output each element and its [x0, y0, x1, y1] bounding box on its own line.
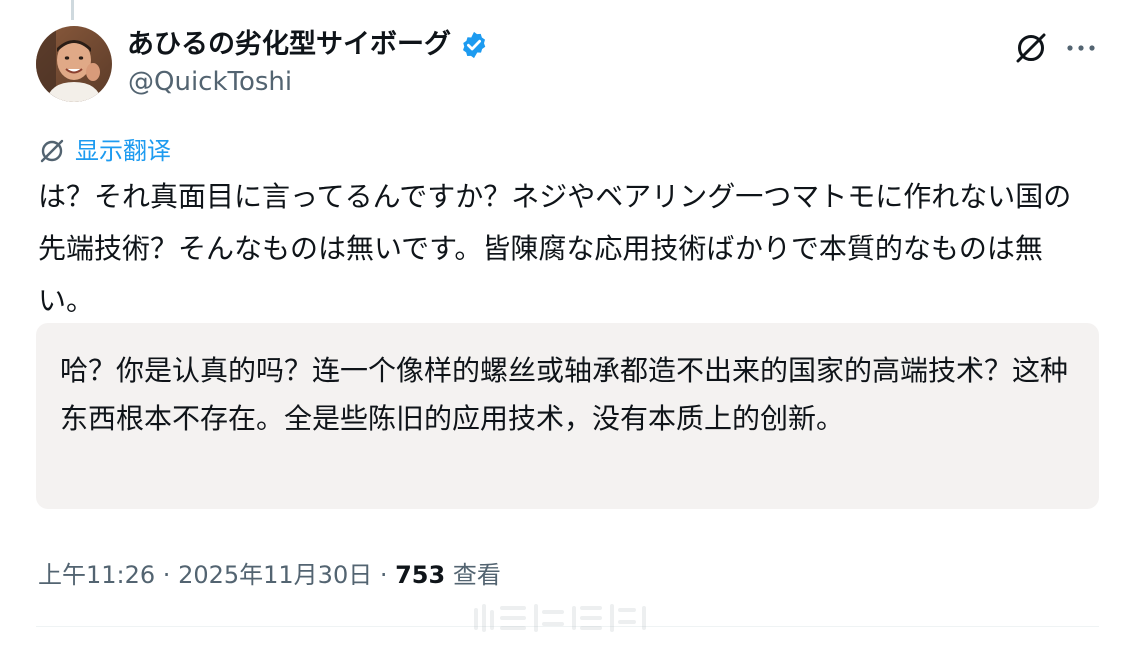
- author-display-name[interactable]: あひるの劣化型サイボーグ: [127, 26, 451, 64]
- avatar[interactable]: [36, 26, 112, 102]
- author-display-name-row[interactable]: あひるの劣化型サイボーグ: [127, 26, 489, 64]
- translation-text: 哈？你是认真的吗？连一个像样的螺丝或轴承都造不出来的国家的高端技术？这种东西根本…: [60, 354, 1069, 435]
- views-count: 753: [395, 561, 446, 589]
- translation-panel: 哈？你是认真的吗？连一个像样的螺丝或轴承都造不出来的国家的高端技术？这种东西根本…: [36, 323, 1099, 509]
- views-label: 查看: [445, 561, 501, 589]
- watermark-logo: [474, 604, 646, 632]
- meta-separator: ·: [155, 561, 179, 589]
- avatar-photo: [36, 26, 112, 102]
- verified-badge-icon[interactable]: [459, 30, 489, 60]
- tweet-text: は？それ真面目に言ってるんですか？ネジやベアリング一つマトモに作れない国の先端技…: [38, 180, 1072, 317]
- tweet-time[interactable]: 上午11:26: [38, 561, 155, 589]
- tweet-metadata: 上午11:26 · 2025年11月30日 · 753 查看: [38, 557, 501, 593]
- translate-slash-icon[interactable]: [1012, 29, 1050, 67]
- author-handle[interactable]: @QuickToshi: [128, 64, 292, 100]
- show-translation-label[interactable]: 显示翻译: [75, 135, 171, 167]
- tweet-date[interactable]: 2025年11月30日: [178, 561, 372, 589]
- translate-slash-icon: [37, 136, 67, 166]
- show-translation-button[interactable]: 显示翻译: [37, 134, 171, 168]
- meta-separator: ·: [372, 561, 396, 589]
- more-dots-icon[interactable]: [1064, 36, 1098, 60]
- thread-connector-line: [71, 0, 74, 20]
